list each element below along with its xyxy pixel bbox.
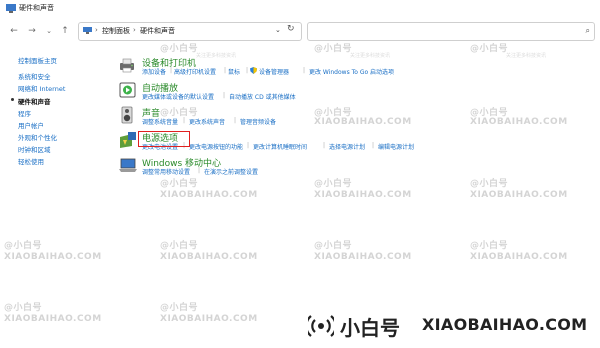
link-sleep-time[interactable]: 更改计算机睡眠时间 <box>253 142 307 151</box>
breadcrumb-separator: › <box>133 26 136 34</box>
watermark-domain: XIAOBAIHAO.COM <box>160 190 258 200</box>
window-title: 硬件和声音 <box>19 4 54 12</box>
search-icon: ⌕ <box>585 26 590 35</box>
link-change-media-defaults[interactable]: 更改媒体或设备的默认设置 <box>142 92 214 101</box>
recent-locations-chevron-icon[interactable]: ⌄ <box>43 25 55 37</box>
link-choose-power-plan[interactable]: 选择电源计划 <box>329 142 365 151</box>
link-divider: | <box>247 142 250 149</box>
watermark-logo: @小白号 <box>4 303 43 313</box>
link-mouse[interactable]: 鼠标 <box>228 67 240 76</box>
watermark-tagline: 关注更多科技资讯 <box>350 53 391 59</box>
watermark-domain: XIAOBAIHAO.COM <box>160 314 258 324</box>
sidebar-item-programs[interactable]: 程序 <box>18 108 31 118</box>
up-arrow-icon[interactable]: ↑ <box>59 25 71 37</box>
link-presentation-settings[interactable]: 在演示之前调整设置 <box>204 167 258 176</box>
link-change-system-sounds[interactable]: 更改系统声音 <box>189 117 225 126</box>
watermark-logo: @小白号 <box>160 179 199 189</box>
link-advanced-printer-setup[interactable]: 高级打印机设置 <box>174 67 216 76</box>
link-windows-to-go[interactable]: 更改 Windows To Go 启动选项 <box>309 67 394 76</box>
watermark-logo: @小白号 <box>314 241 353 251</box>
watermark-domain: XIAOBAIHAO.COM <box>314 190 412 200</box>
watermark-logo: @小白号 <box>160 241 199 251</box>
watermark-logo: @小白号 <box>470 179 509 189</box>
sidebar-item-home[interactable]: 控制面板主页 <box>18 55 57 65</box>
watermark-logo: @小白号 <box>160 44 199 54</box>
power-options-highlight <box>138 131 190 147</box>
sidebar-item-user-accounts[interactable]: 用户帐户 <box>18 120 44 130</box>
watermark-logo: @小白号 <box>470 241 509 251</box>
link-add-device[interactable]: 添加设备 <box>142 67 166 76</box>
sidebar-item-system-security[interactable]: 系统和安全 <box>18 71 51 81</box>
broadcast-icon <box>308 315 334 337</box>
link-divider: | <box>198 167 201 174</box>
uac-shield-icon <box>250 67 257 74</box>
link-divider: | <box>246 67 249 74</box>
address-bar[interactable]: › 控制面板 › 硬件和声音 ⌄ <box>78 22 302 41</box>
link-power-button-function[interactable]: 更改电源按钮的功能 <box>189 142 243 151</box>
back-arrow-icon[interactable]: ← <box>8 25 20 37</box>
watermark-domain: XIAOBAIHAO.COM <box>470 190 568 200</box>
mobility-center-icon <box>119 158 137 172</box>
link-divider: | <box>234 117 237 124</box>
watermark-logo: @小白号 <box>470 44 509 54</box>
brand-domain: XIAOBAIHAO.COM <box>422 315 588 334</box>
control-panel-small-icon <box>83 27 92 34</box>
sidebar-item-network[interactable]: 网络和 Internet <box>18 83 65 93</box>
watermark-logo: @小白号 <box>314 44 353 54</box>
link-divider: | <box>323 142 326 149</box>
link-divider: | <box>223 92 226 99</box>
brand-name-cn: 小白号 <box>340 316 400 340</box>
breadcrumb-control-panel[interactable]: 控制面板 <box>102 26 130 36</box>
sidebar: 控制面板主页 系统和安全 网络和 Internet 硬件和声音 程序 用户帐户 … <box>0 44 110 304</box>
sidebar-item-clock-region[interactable]: 时钟和区域 <box>18 144 51 154</box>
link-divider: | <box>372 142 375 149</box>
watermark-domain: XIAOBAIHAO.COM <box>160 252 258 262</box>
printer-icon <box>120 58 134 73</box>
link-divider: | <box>170 67 173 74</box>
link-common-mobility-settings[interactable]: 调整常用移动设置 <box>142 167 190 176</box>
sidebar-item-appearance[interactable]: 外观和个性化 <box>18 132 57 142</box>
watermark-domain: XIAOBAIHAO.COM <box>4 314 102 324</box>
search-input[interactable]: ⌕ <box>307 22 595 41</box>
watermark-domain: XIAOBAIHAO.COM <box>470 252 568 262</box>
watermark-domain: XIAOBAIHAO.COM <box>4 252 102 262</box>
watermark-logo: @小白号 <box>4 241 43 251</box>
sidebar-item-hardware-sound: 硬件和声音 <box>11 98 51 106</box>
breadcrumb-hardware-sound[interactable]: 硬件和声音 <box>140 26 175 36</box>
watermark-logo: @小白号 <box>160 303 199 313</box>
power-options-icon <box>120 132 136 148</box>
watermark-domain: XIAOBAIHAO.COM <box>314 117 412 127</box>
link-autoplay-cd[interactable]: 自动播放 CD 或其他媒体 <box>229 92 296 101</box>
link-divider: | <box>303 67 306 74</box>
watermark-tagline: 关注更多科技资讯 <box>506 53 547 59</box>
brand-watermark: 小白号 XIAOBAIHAO.COM <box>296 304 600 348</box>
control-panel-icon <box>6 4 16 13</box>
link-edit-power-plan[interactable]: 编辑电源计划 <box>378 142 414 151</box>
watermark-logo: @小白号 <box>314 179 353 189</box>
forward-arrow-icon[interactable]: → <box>26 25 38 37</box>
link-adjust-volume[interactable]: 调整系统音量 <box>142 117 178 126</box>
address-dropdown-icon[interactable]: ⌄ <box>275 26 281 34</box>
link-divider: | <box>183 117 186 124</box>
sidebar-item-ease-of-access[interactable]: 轻松使用 <box>18 156 44 166</box>
watermark-domain: XIAOBAIHAO.COM <box>314 252 412 262</box>
breadcrumb-separator: › <box>95 26 98 34</box>
title-bar: 硬件和声音 <box>0 0 600 18</box>
watermark-domain: XIAOBAIHAO.COM <box>470 117 568 127</box>
link-divider: | <box>224 67 227 74</box>
link-device-manager[interactable]: 设备管理器 <box>259 67 289 76</box>
watermark-tagline: 关注更多科技资讯 <box>196 53 237 59</box>
autoplay-icon <box>119 82 136 98</box>
link-manage-audio-devices[interactable]: 管理音频设备 <box>240 117 276 126</box>
refresh-icon[interactable]: ↻ <box>287 24 295 34</box>
speaker-icon <box>121 106 133 124</box>
